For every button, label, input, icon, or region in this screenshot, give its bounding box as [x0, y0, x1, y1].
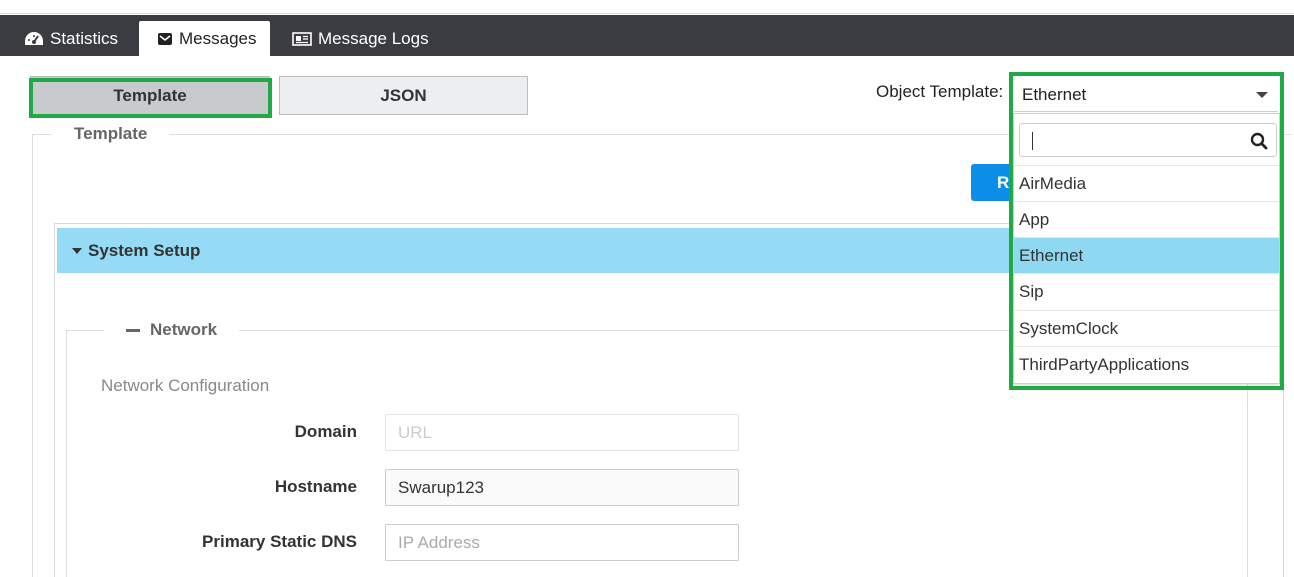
- hostname-label: Hostname: [274, 477, 357, 496]
- dashboard-icon: [24, 31, 44, 47]
- template-action-button-label: R: [997, 172, 1010, 192]
- dropdown-option[interactable]: ThirdPartyApplications: [1014, 346, 1279, 382]
- object-template-select[interactable]: Ethernet: [1014, 78, 1278, 112]
- json-view-button[interactable]: JSON: [279, 76, 528, 115]
- newspaper-icon: [292, 31, 312, 46]
- text-cursor: [1032, 132, 1033, 150]
- collapse-minus-icon[interactable]: [126, 328, 140, 332]
- dropdown-option[interactable]: App: [1014, 201, 1279, 237]
- tab-statistics[interactable]: Statistics: [14, 21, 128, 56]
- object-template-label: Object Template:: [876, 82, 1004, 101]
- primary-static-dns-input[interactable]: [385, 524, 739, 561]
- template-fieldset-legend: Template: [52, 124, 170, 144]
- domain-input[interactable]: [385, 414, 739, 451]
- dropdown-search-input[interactable]: [1019, 123, 1277, 157]
- tab-statistics-label: Statistics: [50, 28, 119, 48]
- primary-static-dns-label: Primary Static DNS: [202, 532, 357, 551]
- tab-message-logs[interactable]: Message Logs: [282, 21, 439, 56]
- app-root: Statistics Messages Message Logs Templat…: [0, 0, 1294, 577]
- search-icon: [1250, 132, 1268, 155]
- envelope-icon: [157, 32, 173, 46]
- dropdown-option[interactable]: AirMedia: [1014, 165, 1279, 201]
- network-legend-label: Network: [150, 320, 218, 339]
- domain-label: Domain: [294, 422, 357, 441]
- caret-down-icon: [1256, 92, 1268, 98]
- dropdown-option[interactable]: SystemClock: [1014, 310, 1279, 346]
- template-view-button[interactable]: Template: [30, 76, 270, 115]
- template-view-label: Template: [113, 85, 187, 105]
- tab-messages[interactable]: Messages: [139, 21, 270, 56]
- caret-down-icon: [72, 247, 82, 254]
- dropdown-option-selected[interactable]: Ethernet: [1014, 237, 1279, 273]
- json-view-label: JSON: [380, 85, 427, 105]
- system-setup-title: System Setup: [88, 240, 201, 260]
- tab-messages-label: Messages: [179, 28, 257, 48]
- tab-bar: Statistics Messages Message Logs: [0, 15, 1294, 56]
- network-legend[interactable]: Network: [104, 320, 240, 340]
- object-template-dropdown: AirMedia App Ethernet Sip SystemClock Th…: [1013, 113, 1280, 384]
- object-template-selected-value: Ethernet: [1022, 84, 1087, 104]
- top-border: [0, 13, 1294, 14]
- dropdown-option[interactable]: Sip: [1014, 273, 1279, 309]
- tab-message-logs-label: Message Logs: [318, 28, 429, 48]
- hostname-input[interactable]: [385, 469, 739, 506]
- network-configuration-subtitle: Network Configuration: [101, 376, 270, 395]
